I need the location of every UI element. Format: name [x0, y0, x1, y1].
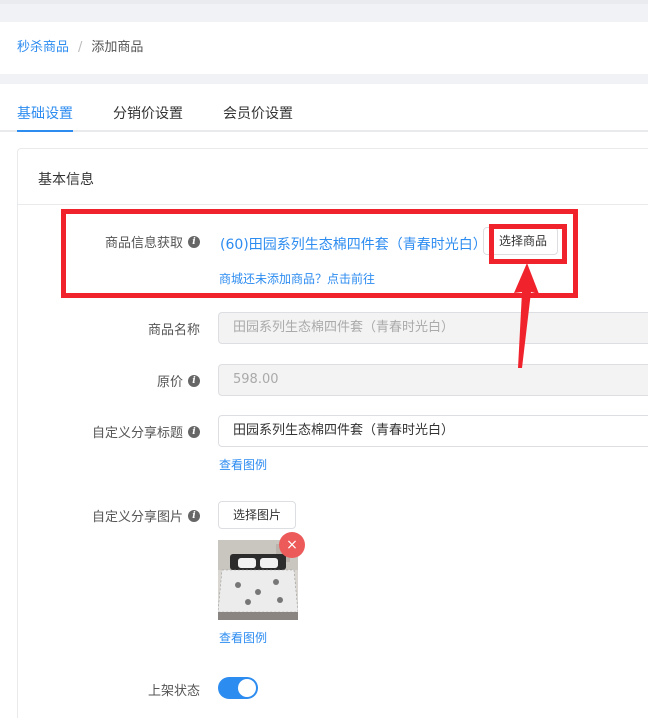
breadcrumb-parent-link[interactable]: 秒杀商品 [17, 40, 69, 55]
original-price-label: 原价 i [157, 371, 200, 390]
shelf-status-toggle[interactable] [218, 677, 258, 699]
shelf-status-label: 上架状态 [147, 684, 200, 699]
original-price-label-text: 原价 [156, 375, 183, 390]
tab-distribution-price[interactable]: 分销价设置 [113, 105, 183, 123]
info-icon[interactable]: i [188, 509, 200, 522]
share-title-label-box: 自定义分享标题 i [0, 422, 200, 442]
info-icon[interactable]: i [188, 374, 200, 387]
share-image-example-link[interactable]: 查看图例 [219, 629, 267, 646]
share-image-label: 自定义分享图片 i [92, 506, 200, 525]
share-image-label-text: 自定义分享图片 [91, 510, 183, 525]
original-price-input[interactable]: 598.00 [218, 364, 648, 396]
original-price-label-box: 原价 i [0, 371, 200, 391]
card-title: 基本信息 [38, 172, 94, 188]
share-title-label-text: 自定义分享标题 [91, 426, 183, 441]
goods-name-label: 商品名称 [147, 323, 200, 338]
select-image-button[interactable]: 选择图片 [218, 501, 297, 529]
breadcrumb-bar: 秒杀商品 / 添加商品 [0, 22, 648, 74]
share-image-label-box: 自定义分享图片 i [0, 506, 200, 526]
tab-active-indicator [17, 130, 73, 132]
remove-image-icon[interactable]: × [279, 532, 305, 558]
share-title-input[interactable]: 田园系列生态棉四件套（青春时光白） [218, 415, 648, 447]
goods-name-label-box: 商品名称 [0, 319, 200, 339]
shelf-status-label-box: 上架状态 [0, 680, 200, 700]
info-icon[interactable]: i [188, 425, 200, 438]
tab-basic-settings[interactable]: 基础设置 [17, 105, 73, 123]
top-strip [0, 0, 648, 4]
tab-member-price[interactable]: 会员价设置 [223, 105, 293, 123]
breadcrumb: 秒杀商品 / 添加商品 [17, 40, 143, 56]
share-title-label: 自定义分享标题 i [92, 422, 200, 441]
annotation-button-highlight-box [489, 224, 567, 264]
toggle-knob [238, 679, 256, 697]
breadcrumb-separator: / [78, 40, 83, 55]
share-title-example-link[interactable]: 查看图例 [219, 456, 267, 473]
card-header: 基本信息 [18, 149, 648, 205]
breadcrumb-current: 添加商品 [91, 40, 144, 55]
tab-bar: 基础设置 分销价设置 会员价设置 [0, 84, 648, 132]
goods-name-input[interactable]: 田园系列生态棉四件套（青春时光白） [218, 312, 648, 344]
main-panel: 基础设置 分销价设置 会员价设置 基本信息 [0, 84, 648, 718]
